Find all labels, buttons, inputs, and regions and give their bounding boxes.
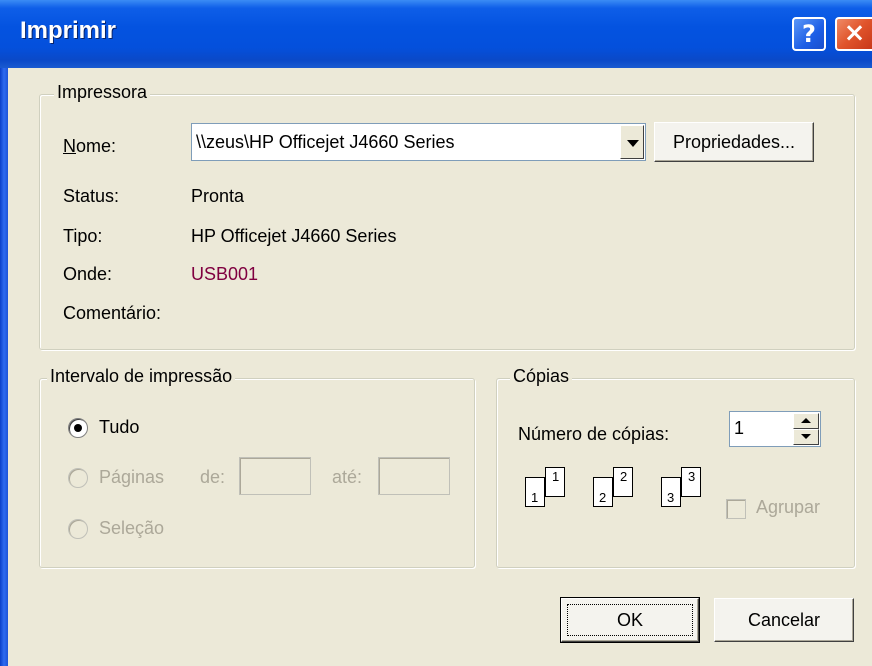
type-value: HP Officejet J4660 Series [191,226,397,246]
help-icon: ? [802,20,816,48]
window-title: Imprimir [20,17,117,44]
collate-page: 2 [593,477,613,507]
printer-name-label: Nome: [63,136,117,156]
focus-ring [567,604,693,636]
copies-count-value: 1 [734,418,745,438]
close-button[interactable]: × [835,17,872,51]
radio-pages-label[interactable]: Páginas [99,467,164,488]
cancel-button-label: Cancelar [747,609,821,630]
to-page-input[interactable] [378,457,450,495]
printer-name-label-text: ome: [76,136,117,156]
collate-checkbox[interactable] [726,499,746,519]
chevron-down-icon[interactable] [620,125,644,159]
printer-name-select[interactable]: \\zeus\HP Officejet J4660 Series [191,123,646,161]
title-bar[interactable]: Imprimir ? × [0,0,872,68]
from-label: de: [200,467,226,487]
from-page-input[interactable] [239,457,311,495]
collate-label[interactable]: Agrupar [756,497,820,518]
cancel-button[interactable]: Cancelar [714,598,854,642]
close-icon: × [843,18,866,48]
printer-name-value: \\zeus\HP Officejet J4660 Series [196,132,455,152]
radio-all[interactable] [68,418,88,438]
spin-up-icon[interactable] [793,413,819,429]
radio-selection-label[interactable]: Seleção [99,518,164,539]
collate-page: 1 [545,467,565,497]
help-button[interactable]: ? [792,17,826,51]
status-value: Pronta [191,186,245,206]
print-range-legend: Intervalo de impressão [47,366,236,387]
collate-page: 3 [661,477,681,507]
radio-selection[interactable] [68,519,88,539]
copies-legend: Cópias [510,366,573,387]
type-label: Tipo: [63,226,103,246]
copies-count-spinner[interactable]: 1 [729,411,821,447]
properties-button-label: Propriedades... [672,131,796,152]
printer-group-legend: Impressora [54,82,151,103]
printer-group: Impressora Nome: \\zeus\HP Officejet J46… [39,82,855,350]
to-label: até: [332,467,363,487]
collate-page: 1 [525,477,545,507]
ok-button[interactable]: OK [560,597,700,643]
dialog-body: Impressora Nome: \\zeus\HP Officejet J46… [8,68,872,666]
copies-group: Cópias Número de cópias: 1 1 1 2 2 3 3 A… [496,366,855,568]
radio-all-label[interactable]: Tudo [99,417,139,438]
status-label: Status: [63,186,120,206]
comment-label: Comentário: [63,303,162,323]
collate-page: 3 [681,467,701,497]
collate-page: 2 [613,467,633,497]
spin-down-icon[interactable] [793,429,819,445]
window-frame [0,0,8,666]
copies-count-label: Número de cópias: [518,424,670,444]
print-range-group: Intervalo de impressão Tudo Páginas de: … [39,366,475,568]
radio-all-label-text: Tudo [99,417,140,437]
where-label: Onde: [63,264,113,284]
where-value: USB001 [191,264,259,284]
properties-button[interactable]: Propriedades... [654,122,814,162]
radio-pages[interactable] [68,468,88,488]
